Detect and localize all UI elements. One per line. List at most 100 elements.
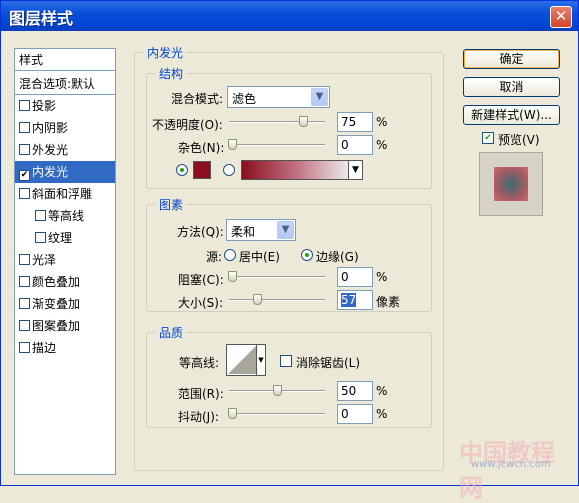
list-item-texture[interactable]: 纹理 [15,227,115,249]
source-center-label[interactable]: 居中(E) [239,248,280,265]
anti-alias-checkbox[interactable] [280,355,292,367]
opacity-slider-thumb[interactable] [299,116,308,127]
checkbox[interactable] [19,276,30,287]
list-item-label: 斜面和浮雕 [32,187,93,201]
list-item-outer-glow[interactable]: 外发光 [15,139,115,161]
source-edge-radio[interactable] [301,249,313,261]
percent-unit: % [376,270,388,284]
close-icon: ✕ [554,7,568,25]
quality-title: 品质 [156,324,187,341]
checkbox[interactable] [19,254,30,265]
list-item-inner-glow[interactable]: ✔ 内发光 [15,161,115,183]
source-center-radio[interactable] [224,249,236,261]
list-item-contour[interactable]: 等高线 [15,205,115,227]
checkbox[interactable] [19,298,30,309]
ok-button[interactable]: 确定 [463,49,560,69]
checkbox[interactable] [35,210,46,221]
checkbox[interactable] [19,144,30,155]
blend-mode-label: 混合模式: [171,92,224,106]
list-item-label: 等高线 [48,209,85,223]
technique-value: 柔和 [231,225,256,239]
list-item-label: 渐变叠加 [32,297,81,311]
choke-slider[interactable] [228,271,325,282]
structure-title: 结构 [156,65,187,82]
list-item-bevel-emboss[interactable]: 斜面和浮雕 [15,183,115,205]
source-edge-label[interactable]: 边缘(G) [316,248,359,265]
contour-label: 等高线: [179,356,220,370]
checkbox[interactable] [19,122,30,133]
range-field[interactable]: 50 [337,381,373,401]
list-item-pattern-overlay[interactable]: 图案叠加 [15,315,115,337]
technique-label: 方法(Q): [177,225,224,239]
preview-box [479,152,543,216]
checkbox[interactable] [19,100,30,111]
anti-alias-label[interactable]: 消除锯齿(L) [296,354,360,371]
new-style-button[interactable]: 新建样式(W)... [463,105,560,125]
range-slider-thumb[interactable] [273,385,282,396]
percent-unit: % [376,115,388,129]
title-bar[interactable]: 图层样式 ✕ [1,1,578,31]
contour-picker[interactable]: ▼ [226,344,266,376]
color-radio[interactable] [176,164,188,176]
noise-label: 杂色(N): [178,141,225,155]
contour-curve-icon [228,346,256,374]
chevron-down-icon: ▼ [311,88,328,106]
list-item-color-overlay[interactable]: 颜色叠加 [15,271,115,293]
window-title: 图层样式 [9,9,74,28]
list-item-satin[interactable]: 光泽 [15,249,115,271]
size-value: 57 [341,293,357,307]
layer-style-dialog: 图层样式 ✕ 样式 混合选项:默认 投影 内阴影 外发光 ✔ 内发光 斜面和浮雕 … [0,0,579,502]
checkbox[interactable] [19,320,30,331]
range-label: 范围(R): [178,387,224,401]
list-item-label: 内发光 [32,165,69,179]
preview-label[interactable]: 预览(V) [498,131,540,148]
size-slider[interactable] [229,294,325,305]
percent-unit: % [376,384,388,398]
chevron-down-icon: ▼ [256,345,265,375]
checkbox[interactable] [19,188,30,199]
list-item-inner-shadow[interactable]: 内阴影 [15,117,115,139]
blend-options-item[interactable]: 混合选项:默认 [15,73,115,95]
list-item-label: 颜色叠加 [32,275,81,289]
noise-slider-thumb[interactable] [228,139,237,150]
blend-mode-select[interactable]: 滤色 ▼ [227,86,330,108]
checkbox[interactable]: ✔ [19,170,30,181]
noise-slider[interactable] [228,139,325,150]
gradient-radio[interactable] [223,164,235,176]
list-item-label: 图案叠加 [32,319,81,333]
size-slider-thumb[interactable] [253,294,262,305]
list-item-label: 光泽 [32,253,57,267]
jitter-slider[interactable] [228,408,325,419]
choke-slider-thumb[interactable] [228,271,237,282]
close-button[interactable]: ✕ [550,6,572,28]
checkbox[interactable] [35,232,46,243]
checkbox[interactable] [19,342,30,353]
preview-checkbox[interactable]: ✔ [482,132,494,144]
gradient-picker[interactable]: ▼ [241,160,363,180]
noise-field[interactable]: 0 [337,135,373,155]
inner-glow-title: 内发光 [144,44,187,61]
list-item-label: 投影 [32,99,57,113]
percent-unit: % [376,138,388,152]
style-list: 样式 混合选项:默认 投影 内阴影 外发光 ✔ 内发光 斜面和浮雕 等高线 纹理 … [14,48,116,475]
size-label: 大小(S): [178,296,224,310]
list-item-drop-shadow[interactable]: 投影 [15,95,115,117]
size-unit: 像素 [376,295,401,309]
technique-select[interactable]: 柔和 ▼ [226,219,296,241]
jitter-field[interactable]: 0 [337,404,373,424]
elements-title: 图素 [156,196,187,213]
opacity-label: 不透明度(O): [152,118,223,132]
list-item-gradient-overlay[interactable]: 渐变叠加 [15,293,115,315]
list-item-label: 描边 [32,341,57,355]
cancel-button[interactable]: 取消 [463,77,560,97]
styles-header[interactable]: 样式 [15,49,115,71]
opacity-field[interactable]: 75 [337,112,373,132]
glow-color-swatch[interactable] [193,161,211,179]
choke-field[interactable]: 0 [337,267,373,287]
watermark-url: www.jcwcn.com [471,459,551,470]
jitter-slider-thumb[interactable] [228,408,237,419]
list-item-stroke[interactable]: 描边 [15,337,115,359]
size-field[interactable]: 57 [337,290,373,310]
range-slider[interactable] [229,385,325,396]
opacity-slider[interactable] [229,116,325,127]
